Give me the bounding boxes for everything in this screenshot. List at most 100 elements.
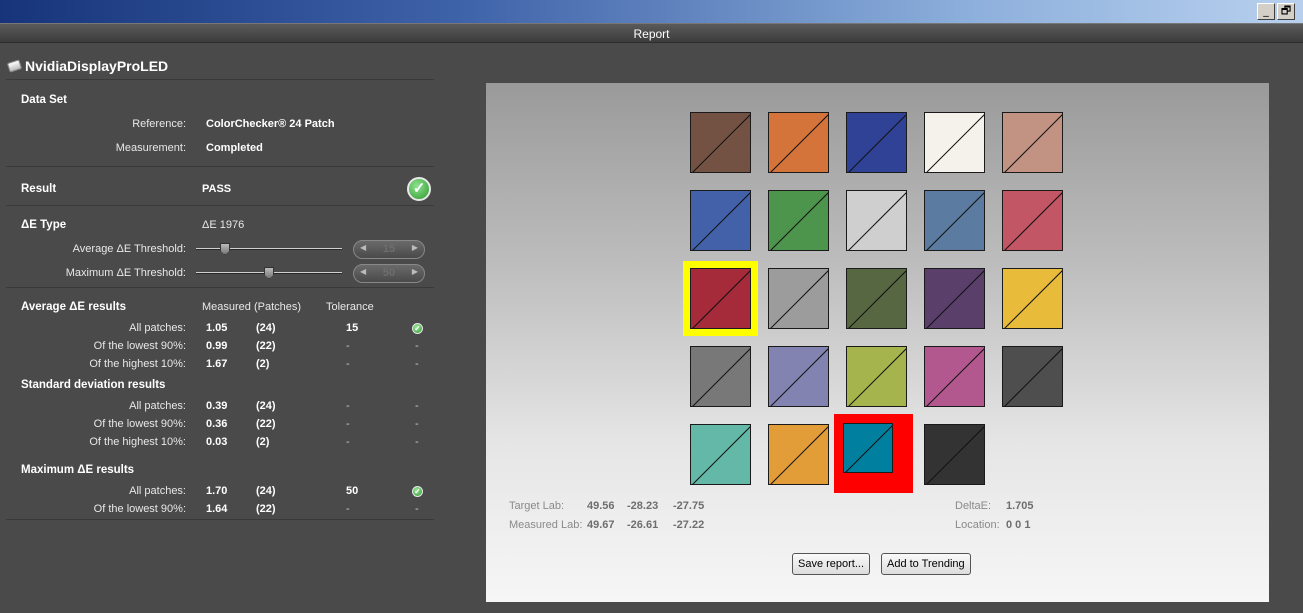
divider xyxy=(6,287,434,288)
row-value: 1.64 xyxy=(206,503,228,515)
device-name-label: NvidiaDisplayProLED xyxy=(25,58,169,74)
color-patch[interactable] xyxy=(924,424,985,485)
report-header: Report xyxy=(0,23,1303,43)
color-patch[interactable] xyxy=(690,268,751,329)
avg-threshold-slider[interactable] xyxy=(196,243,342,255)
row-value: 1.70 xyxy=(206,485,228,497)
max-results-heading: Maximum ΔE results xyxy=(21,464,135,476)
row-status: - xyxy=(415,340,419,352)
color-patch[interactable] xyxy=(768,190,829,251)
row-status: - xyxy=(415,400,419,412)
slider-thumb[interactable] xyxy=(220,243,230,255)
avg-results-heading: Average ΔE results xyxy=(21,301,126,313)
color-patch[interactable] xyxy=(846,190,907,251)
row-value: 0.39 xyxy=(206,400,228,412)
avg-threshold-spinbox[interactable]: ◀ 15 ▶ xyxy=(353,240,425,259)
color-patch[interactable] xyxy=(924,190,985,251)
row-patches: (22) xyxy=(256,418,276,430)
color-patch[interactable] xyxy=(843,423,893,473)
color-patch[interactable] xyxy=(690,190,751,251)
row-label: Of the highest 10%: xyxy=(89,358,186,370)
target-lab-a: -28.23 xyxy=(627,500,659,512)
add-to-trending-button[interactable]: Add to Trending xyxy=(881,553,971,575)
row-tolerance: - xyxy=(346,418,350,430)
row-patches: (2) xyxy=(256,358,270,370)
patch-diagonal xyxy=(926,270,984,328)
row-value: 0.03 xyxy=(206,436,228,448)
patch-diagonal xyxy=(692,426,750,484)
color-patch[interactable] xyxy=(846,346,907,407)
patch-diagonal xyxy=(770,270,828,328)
patch-diagonal xyxy=(770,348,828,406)
color-patch[interactable] xyxy=(924,268,985,329)
patch-report-canvas: Target Lab: 49.56 -28.23 -27.75 Measured… xyxy=(486,83,1269,602)
row-label: Of the lowest 90%: xyxy=(93,503,186,515)
row-patches: (24) xyxy=(256,322,276,334)
color-patch[interactable] xyxy=(924,346,985,407)
row-value: 1.67 xyxy=(206,358,228,370)
row-patches: (2) xyxy=(256,436,270,448)
patch-diagonal xyxy=(1004,348,1062,406)
color-patch[interactable] xyxy=(846,268,907,329)
row-tolerance: - xyxy=(346,400,350,412)
device-name: NvidiaDisplayProLED xyxy=(6,57,169,75)
color-patch[interactable] xyxy=(1002,190,1063,251)
color-patch[interactable] xyxy=(768,346,829,407)
patch-diagonal xyxy=(926,348,984,406)
color-patch[interactable] xyxy=(768,424,829,485)
max-threshold-spinbox[interactable]: ◀ 50 ▶ xyxy=(353,264,425,283)
row-status: - xyxy=(415,436,419,448)
row-tolerance: 15 xyxy=(346,322,359,334)
patch-diagonal xyxy=(770,192,828,250)
color-patch[interactable] xyxy=(768,112,829,173)
divider xyxy=(6,519,434,520)
measurement-value: Completed xyxy=(206,142,263,154)
row-status: - xyxy=(415,358,419,370)
save-report-button[interactable]: Save report... xyxy=(792,553,871,575)
color-patch[interactable] xyxy=(768,268,829,329)
color-patch[interactable] xyxy=(1002,112,1063,173)
patch-diagonal xyxy=(848,192,906,250)
patch-diagonal xyxy=(848,348,906,406)
minimize-button[interactable]: _ xyxy=(1257,3,1275,20)
reference-value: ColorChecker® 24 Patch xyxy=(206,118,335,130)
restore-button[interactable]: 🗗 xyxy=(1277,3,1295,20)
increment-arrow-icon[interactable]: ▶ xyxy=(412,243,418,252)
color-patch[interactable] xyxy=(846,112,907,173)
color-patch[interactable] xyxy=(1002,268,1063,329)
row-patches: (22) xyxy=(256,340,276,352)
check-circle-icon: ✓ xyxy=(412,486,423,497)
row-label: Of the lowest 90%: xyxy=(93,418,186,430)
deltae-value: 1.705 xyxy=(1006,500,1034,512)
increment-arrow-icon[interactable]: ▶ xyxy=(412,267,418,276)
color-patch[interactable] xyxy=(924,112,985,173)
de-type-value: ΔE 1976 xyxy=(202,219,245,231)
result-value: PASS xyxy=(202,183,232,195)
row-label: All patches: xyxy=(129,400,186,412)
patch-diagonal xyxy=(692,348,750,406)
max-threshold-slider[interactable] xyxy=(196,267,342,279)
color-patch[interactable] xyxy=(690,424,751,485)
patch-diagonal xyxy=(1004,192,1062,250)
color-patch[interactable] xyxy=(1002,346,1063,407)
patch-diagonal xyxy=(692,270,750,328)
row-tolerance: - xyxy=(346,503,350,515)
slider-thumb[interactable] xyxy=(264,267,274,279)
row-label: All patches: xyxy=(129,485,186,497)
dataset-heading: Data Set xyxy=(21,94,68,106)
row-label: All patches: xyxy=(129,322,186,334)
location-label: Location: xyxy=(955,519,1000,531)
reference-label: Reference: xyxy=(132,118,186,130)
color-patch[interactable] xyxy=(690,346,751,407)
patch-diagonal xyxy=(926,192,984,250)
color-patch[interactable] xyxy=(690,112,751,173)
patch-diagonal xyxy=(926,114,984,172)
row-tolerance: - xyxy=(346,340,350,352)
patch-diagonal xyxy=(848,114,906,172)
measured-lab-L: 49.67 xyxy=(587,519,615,531)
patch-diagonal xyxy=(1004,114,1062,172)
row-tolerance: - xyxy=(346,358,350,370)
row-label: Of the highest 10%: xyxy=(89,436,186,448)
patch-diagonal xyxy=(926,426,984,484)
row-value: 0.36 xyxy=(206,418,228,430)
